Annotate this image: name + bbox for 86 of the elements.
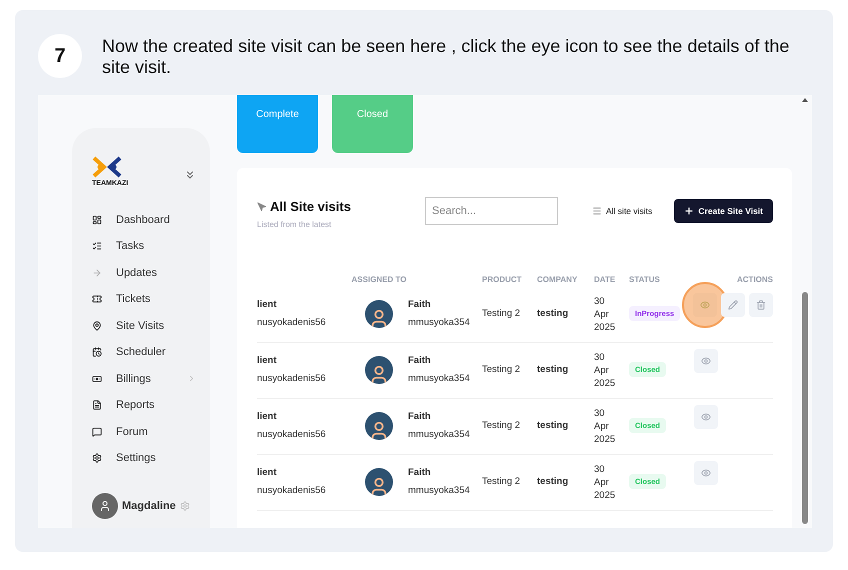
arrow-right-icon: [92, 268, 102, 278]
client-name: lient: [257, 410, 278, 424]
sidebar-item[interactable]: Settings: [92, 450, 196, 467]
calendar-clock-icon: [92, 347, 102, 358]
step-instruction: Now the created site visit can be seen here , click the eye icon to see the details of the site visit.: [102, 35, 790, 78]
create-site-visit-button[interactable]: Create Site Visit: [674, 199, 773, 223]
column-header: ASSIGNED TO: [352, 274, 406, 286]
sidebar-item[interactable]: Updates: [92, 264, 196, 282]
date-cell: 30 Apr 2025: [594, 294, 614, 334]
column-header: STATUS: [629, 274, 660, 286]
user-name: Magdaline: [122, 498, 176, 514]
sidebar-item[interactable]: Forum: [92, 423, 196, 440]
assignee-email: mmusyoka354: [408, 428, 471, 442]
dashboard-icon: [92, 214, 102, 225]
company-cell: testing: [537, 420, 568, 431]
date-cell: 30 Apr 2025: [594, 350, 614, 390]
date-cell: 30 Apr 2025: [594, 406, 614, 446]
summary-card: Closed: [332, 95, 413, 153]
product-cell: Testing 2: [482, 420, 520, 431]
chat-icon: [92, 426, 102, 437]
assignee-email: mmusyoka354: [408, 372, 471, 386]
sidebar-item[interactable]: Billings: [92, 370, 196, 388]
client-name: lient: [257, 466, 278, 480]
view-button[interactable]: [693, 292, 717, 316]
sidebar-item[interactable]: Scheduler: [92, 344, 196, 361]
view-button[interactable]: [694, 404, 718, 428]
company-cell: testing: [537, 364, 568, 375]
sidebar-item[interactable]: Tasks: [92, 238, 196, 255]
assignee-name: Faith: [408, 298, 432, 312]
checklist-icon: [92, 241, 102, 252]
date-cell: 30 Apr 2025: [594, 462, 614, 502]
assignee-name: Faith: [408, 410, 432, 424]
eye-icon: [701, 356, 711, 366]
step-number: 7: [38, 34, 82, 78]
view-button[interactable]: [694, 348, 718, 372]
client-email: nusyokadenis56: [257, 428, 327, 442]
document-icon: [92, 400, 102, 410]
panel-subtitle: Listed from the latest: [257, 218, 332, 230]
client-name: lient: [257, 298, 278, 312]
scrollbar-thumb[interactable]: [802, 292, 808, 524]
view-button[interactable]: [694, 460, 718, 484]
product-cell: Testing 2: [482, 476, 520, 487]
eye-icon: [700, 300, 710, 310]
sidebar-item[interactable]: Dashboard: [92, 211, 196, 228]
eye-icon: [701, 468, 711, 478]
navigation-arrow-icon: [257, 202, 267, 212]
client-email: nusyokadenis56: [257, 372, 327, 386]
column-header: DATE: [594, 274, 616, 286]
assignee-email: mmusyoka354: [408, 484, 471, 498]
panel-title: All Site visits: [270, 198, 351, 216]
column-header: COMPANY: [537, 274, 578, 286]
settings-icon[interactable]: [180, 501, 190, 511]
trash-icon: [756, 300, 766, 310]
column-header: PRODUCT: [482, 274, 522, 286]
banknote-icon: [92, 374, 102, 384]
menu-icon: [592, 206, 602, 216]
map-pin-icon: [92, 320, 102, 331]
logo-icon: [92, 156, 122, 178]
eye-icon: [701, 412, 711, 422]
summary-card: Complete: [237, 95, 318, 153]
client-email: nusyokadenis56: [257, 484, 327, 498]
scroll-up-icon[interactable]: [802, 98, 808, 102]
company-cell: testing: [537, 308, 568, 319]
search-field[interactable]: Search...: [425, 197, 558, 225]
user-avatar[interactable]: [92, 493, 118, 519]
client-name: lient: [257, 354, 278, 368]
delete-button[interactable]: [749, 292, 773, 316]
sidebar-item[interactable]: Site Visits: [92, 317, 196, 334]
person-icon: [99, 500, 111, 512]
collapse-icon[interactable]: [184, 168, 196, 180]
company-cell: testing: [537, 476, 568, 487]
settings-icon: [92, 453, 102, 464]
sidebar-item[interactable]: Tickets: [92, 290, 196, 308]
edit-button[interactable]: [721, 292, 745, 316]
assignee-name: Faith: [408, 354, 432, 368]
pencil-icon: [728, 300, 738, 310]
product-cell: Testing 2: [482, 308, 520, 319]
sidebar-item[interactable]: Reports: [92, 396, 196, 414]
product-cell: Testing 2: [482, 364, 520, 375]
column-header: ACTIONS: [737, 274, 773, 286]
client-email: nusyokadenis56: [257, 316, 327, 330]
assignee-email: mmusyoka354: [408, 316, 471, 330]
assignee-name: Faith: [408, 466, 432, 480]
ticket-icon: [92, 294, 102, 304]
plus-icon: [684, 206, 694, 216]
filter-menu[interactable]: All site visits: [592, 205, 652, 218]
